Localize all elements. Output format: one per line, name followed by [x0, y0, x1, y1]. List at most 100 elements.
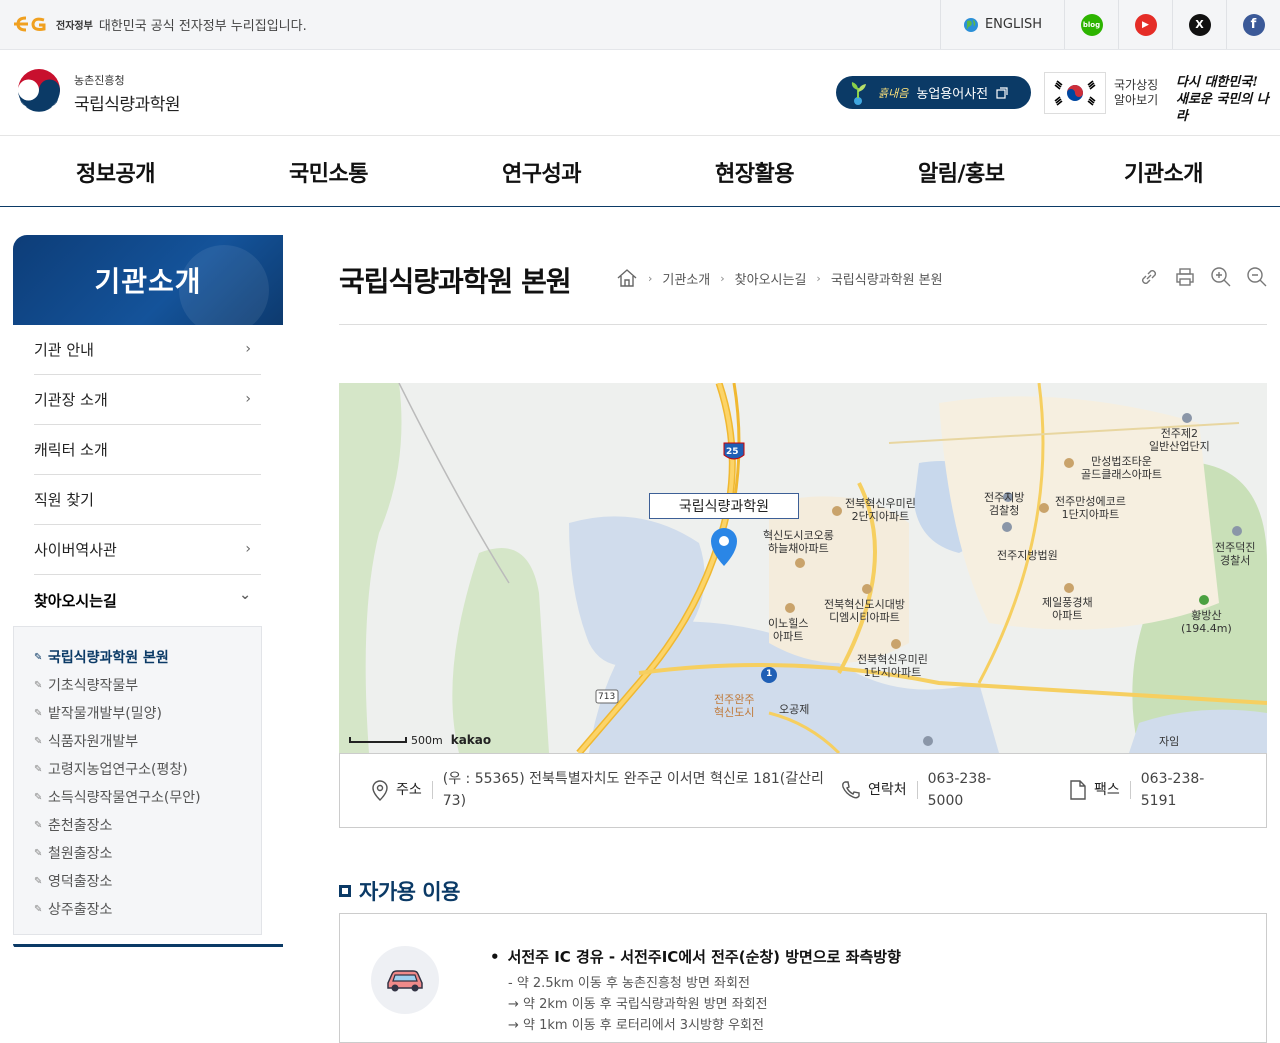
phone-label: 연락처 [868, 781, 918, 799]
breadcrumb-current: 국립식량과학원 본원 [830, 272, 943, 288]
fax-label: 팩스 [1094, 781, 1131, 799]
sidebar-title: 기관소개 [13, 235, 283, 325]
print-icon[interactable] [1174, 266, 1196, 288]
submenu-label: 식품자원개발부 [48, 734, 139, 750]
breadcrumb-item[interactable]: 찾아오시는길 [735, 269, 807, 288]
map-label: 전주완주 혁신도시 [714, 693, 755, 719]
gnb-item-news[interactable]: 알림/홍보 [918, 156, 1005, 188]
sidebar-item-label: 직원 찾기 [34, 491, 94, 509]
title-divider [339, 324, 1267, 325]
map-label: 만성법조타운 골드클래스아파트 [1081, 455, 1162, 481]
submenu-item-headquarters[interactable]: ✎ 국립식량과학원 본원 [14, 643, 261, 671]
chevron-right-icon: › [245, 341, 251, 357]
government-slogan: 다시 대한민국! 새로운 국민의 나라 [1176, 74, 1280, 125]
sidebar-item-staff[interactable]: 직원 찾기 [34, 475, 261, 525]
sidebar-menu: 기관 안내 › 기관장 소개 › 캐릭터 소개 직원 찾기 사이버역사관 › 찾… [13, 325, 283, 625]
chevron-down-icon: ⌄ [239, 587, 251, 603]
section-title: 자가용 이용 [339, 876, 460, 906]
sidebar-item-character[interactable]: 캐릭터 소개 [34, 425, 261, 475]
submenu-item-highland[interactable]: ✎ 고령지농업연구소(평창) [14, 755, 261, 783]
location-map[interactable]: 국립식량과학원 전주제2 일반산업단지 만성법조타운 골드클래스아파트 전북혁신우미… [339, 383, 1267, 753]
phone-line1: 063-238- [927, 771, 992, 787]
chevron-right-icon: › [245, 541, 251, 557]
gnb-item-research[interactable]: 연구성과 [502, 156, 581, 188]
home-icon[interactable] [616, 268, 638, 288]
section-title-text: 자가용 이용 [359, 880, 460, 904]
gov-banner: 전자정부 대한민국 공식 전자정부 누리집입니다. ENGLISH blog ▶… [0, 0, 1280, 50]
sprout-icon [851, 81, 866, 105]
breadcrumb-separator: › [816, 271, 821, 285]
dict-label: 농업용어사전 [916, 87, 989, 102]
blog-link[interactable]: blog [1064, 0, 1118, 49]
map-pin-icon[interactable] [709, 526, 739, 568]
nation-label-line2: 알아보기 [1114, 93, 1159, 107]
pencil-bullet-icon: ✎ [34, 763, 43, 775]
map-label: 자임 [1159, 735, 1180, 748]
pencil-bullet-icon: ✎ [34, 875, 43, 887]
national-symbol-link[interactable]: 국가상징 알아보기 [1044, 72, 1158, 114]
sidebar-item-institution[interactable]: 기관 안내 › [34, 325, 261, 375]
submenu-item-food-resource[interactable]: ✎ 식품자원개발부 [14, 727, 261, 755]
sidebar-item-label: 사이버역사관 [34, 541, 117, 559]
sidebar-item-cyber-museum[interactable]: 사이버역사관 › [34, 525, 261, 575]
x-icon: X [1188, 13, 1211, 36]
fax-info: 팩스 063-238- 5191 [1068, 768, 1204, 812]
sidebar-bottom-border [13, 944, 283, 948]
map-label: 전주지방법원 [997, 549, 1058, 562]
facebook-icon: f [1242, 13, 1265, 36]
english-link[interactable]: ENGLISH [940, 0, 1064, 49]
address-label: 주소 [396, 781, 433, 799]
submenu-label: 고령지농업연구소(평창) [48, 762, 188, 778]
gov-banner-text: 대한민국 공식 전자정부 누리집입니다. [98, 18, 307, 34]
breadcrumb-item[interactable]: 기관소개 [662, 269, 710, 288]
pencil-bullet-icon: ✎ [34, 651, 43, 663]
submenu-item-yeongdeok[interactable]: ✎ 영덕출장소 [14, 867, 261, 895]
submenu-item-income-crop[interactable]: ✎ 소득식량작물연구소(무안) [14, 783, 261, 811]
gnb-item-field[interactable]: 현장활용 [715, 156, 794, 188]
sidebar-item-directions[interactable]: 찾아오시는길 ⌄ [34, 575, 261, 625]
map-label: 전주제2 일반산업단지 [1149, 427, 1210, 453]
sidebar-item-label: 기관장 소개 [34, 391, 108, 409]
link-share-icon[interactable] [1138, 266, 1160, 288]
blog-icon: blog [1080, 13, 1103, 36]
submenu-item-sangju[interactable]: ✎ 상주출장소 [14, 895, 261, 923]
square-bullet-icon [339, 885, 351, 897]
main-navigation: 정보공개 국민소통 연구성과 현장활용 알림/홍보 기관소개 [0, 136, 1280, 207]
gnb-item-communication[interactable]: 국민소통 [289, 156, 368, 188]
zoom-out-icon[interactable] [1246, 266, 1268, 288]
sidebar-item-label: 찾아오시는길 [34, 591, 117, 610]
scale-label: 500m [411, 733, 443, 747]
facebook-link[interactable]: f [1226, 0, 1280, 49]
map-label: 전주지방 검찰청 [984, 491, 1025, 517]
road-number-25: 25 [726, 447, 739, 457]
phone-line2: 5000 [927, 793, 964, 809]
submenu-label: 영덕출장소 [48, 874, 113, 890]
submenu-item-basic-crop[interactable]: ✎ 기초식량작물부 [14, 671, 261, 699]
fax-line1: 063-238- [1140, 771, 1205, 787]
sidebar-item-director[interactable]: 기관장 소개 › [34, 375, 261, 425]
gnb-item-about[interactable]: 기관소개 [1124, 156, 1203, 188]
submenu-item-chuncheon[interactable]: ✎ 춘천출장소 [14, 811, 261, 839]
taegeuk-emblem-icon [16, 69, 62, 116]
agri-dictionary-button[interactable]: 흙내음 농업용어사전 [836, 76, 1031, 109]
x-link[interactable]: X [1172, 0, 1226, 49]
map-marker-label: 국립식량과학원 [649, 493, 799, 519]
site-logo[interactable]: 농촌진흥청 국립식량과학원 [14, 68, 180, 118]
scale-bar [349, 737, 407, 743]
slogan-line1: 다시 대한민국! [1176, 75, 1258, 90]
kakao-logo: kakao [450, 733, 492, 747]
zoom-in-icon[interactable] [1210, 266, 1232, 288]
phone-icon [842, 781, 860, 799]
youtube-link[interactable]: ▶ [1118, 0, 1172, 49]
submenu-item-upland-crop[interactable]: ✎ 밭작물개발부(밀양) [14, 699, 261, 727]
egov-logo: 전자정부 [12, 14, 93, 34]
map-label: 제일풍경채 아파트 [1042, 596, 1093, 622]
fax-line2: 5191 [1140, 793, 1177, 809]
map-label: 전주만성에코르 1단지아파트 [1055, 495, 1126, 521]
submenu-item-cheorwon[interactable]: ✎ 철원출장소 [14, 839, 261, 867]
pencil-bullet-icon: ✎ [34, 707, 43, 719]
logo-subtitle: 농촌진흥청 [74, 73, 125, 87]
sidebar-item-label: 캐릭터 소개 [34, 441, 108, 459]
breadcrumb: › 기관소개 › 찾아오시는길 › 국립식량과학원 본원 [616, 268, 943, 288]
gnb-item-info-disclosure[interactable]: 정보공개 [76, 156, 155, 188]
